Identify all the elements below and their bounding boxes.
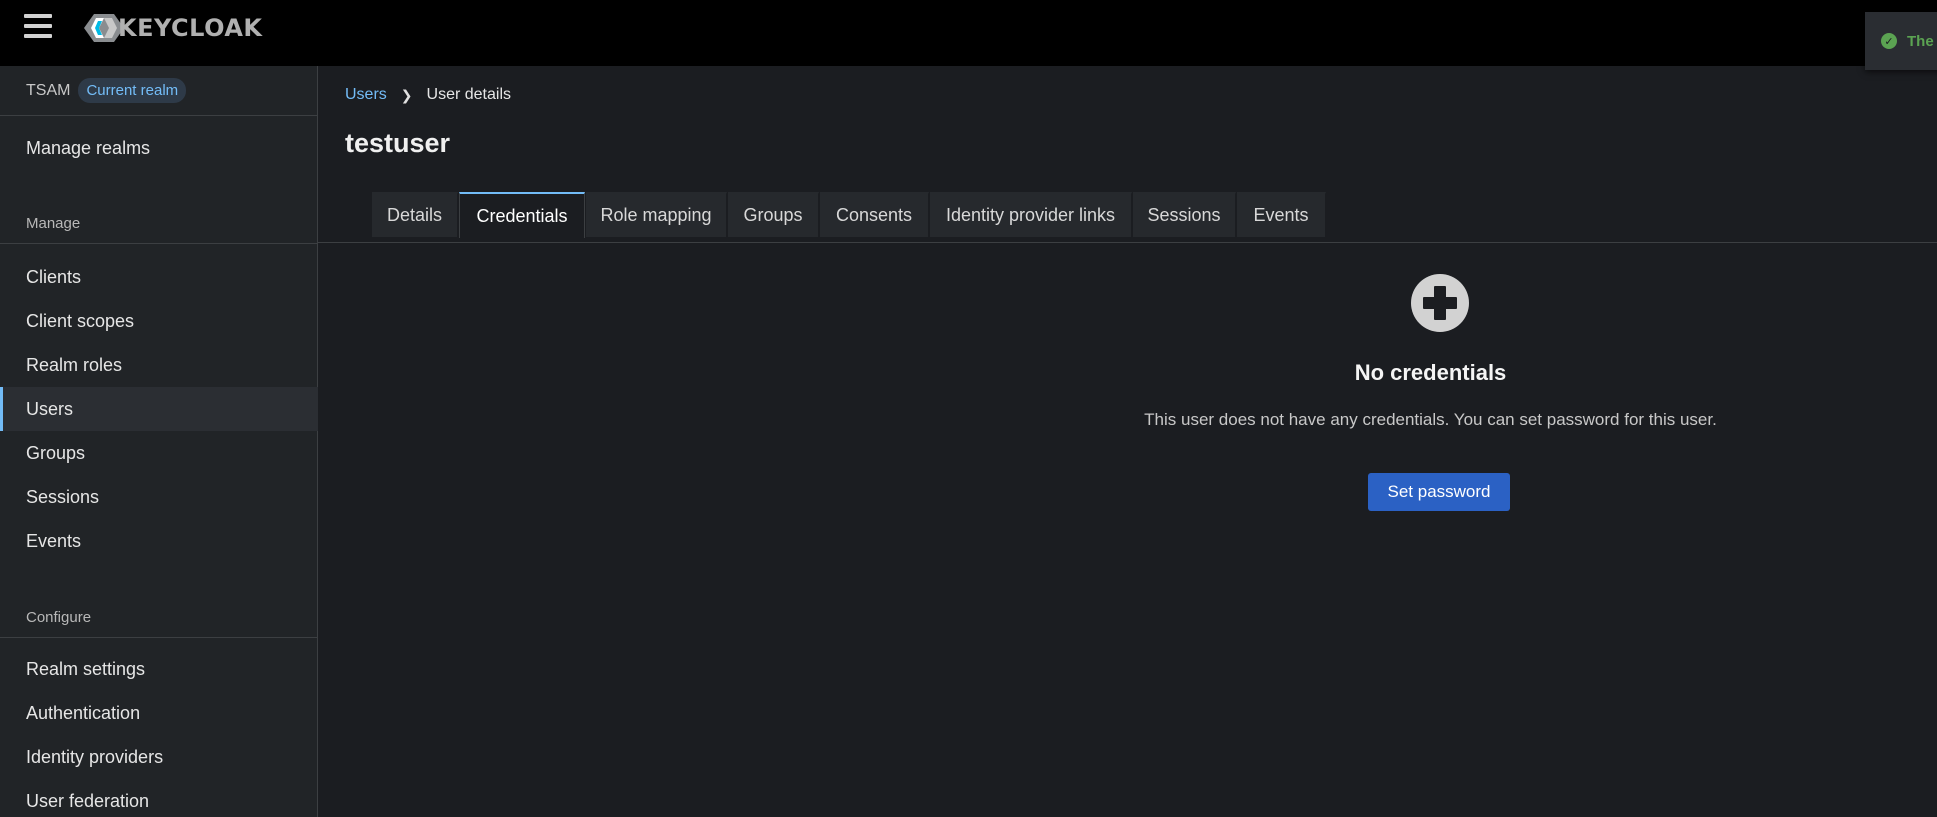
sidebar-item-user-federation[interactable]: User federation <box>0 779 318 817</box>
check-circle-icon: ✓ <box>1881 33 1897 49</box>
toast-message: The <box>1907 32 1934 50</box>
sidebar-item-realm-settings[interactable]: Realm settings <box>0 647 318 691</box>
sidebar-item-users[interactable]: Users <box>0 387 318 431</box>
sidebar-item-events[interactable]: Events <box>0 519 318 563</box>
sidebar-item-client-scopes[interactable]: Client scopes <box>0 299 318 343</box>
sidebar-item-identity-providers[interactable]: Identity providers <box>0 735 318 779</box>
realm-name: TSAM <box>26 81 71 99</box>
set-password-button[interactable]: Set password <box>1368 473 1510 511</box>
sidebar-item-clients[interactable]: Clients <box>0 255 318 299</box>
empty-state-body: This user does not have any credentials.… <box>1144 410 1717 429</box>
sidebar-section-manage: Manage <box>0 204 318 244</box>
sidebar-item-authentication[interactable]: Authentication <box>0 691 318 735</box>
realm-selector[interactable]: TSAM Current realm <box>0 66 318 116</box>
sidebar-item-realm-roles[interactable]: Realm roles <box>0 343 318 387</box>
current-realm-badge: Current realm <box>78 78 187 103</box>
logo-text: KEYCLOAK <box>118 14 263 42</box>
sidebar-item-sessions[interactable]: Sessions <box>0 475 318 519</box>
sidebar-section-configure: Configure <box>0 598 318 638</box>
hamburger-menu-icon[interactable] <box>24 14 52 38</box>
sidebar-item-groups[interactable]: Groups <box>0 431 318 475</box>
success-toast[interactable]: ✓ The <box>1865 12 1937 70</box>
sidebar: TSAM Current realm Manage realms Manage … <box>0 66 318 817</box>
plus-circle-icon <box>1411 274 1469 332</box>
masthead: KEYCLOAK ✓ The <box>0 0 1937 70</box>
empty-state-title: No credentials <box>1354 360 1507 385</box>
sidebar-item-manage-realms[interactable]: Manage realms <box>0 126 318 170</box>
empty-state: No credentials This user does not have a… <box>318 66 1937 817</box>
keycloak-logo[interactable]: KEYCLOAK <box>84 12 263 44</box>
main-content: Users ❯ User details testuser Details Cr… <box>318 66 1937 817</box>
